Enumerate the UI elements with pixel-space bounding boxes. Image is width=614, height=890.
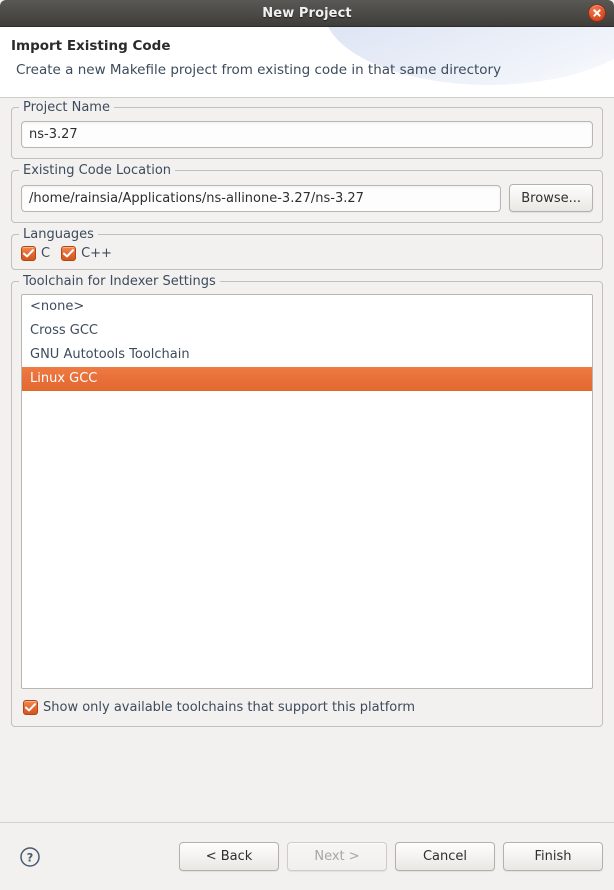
show-only-available-toolchains-checkbox[interactable]: Show only available toolchains that supp… [23,700,415,715]
browse-button[interactable]: Browse... [509,184,593,212]
existing-code-location-input[interactable]: /home/rainsia/Applications/ns-allinone-3… [21,184,502,212]
next-button: Next > [287,842,387,871]
check-icon [23,700,38,715]
check-icon [61,246,77,261]
dialog-body: Project Name ns-3.27 Existing Code Locat… [0,98,614,822]
page-title: Import Existing Code [11,38,171,54]
language-checkbox-cpp[interactable]: C++ [61,246,112,261]
languages-group-label: Languages [19,227,98,242]
list-item-selected[interactable]: Linux GCC [22,367,592,391]
window-titlebar: New Project [0,0,614,27]
toolchain-list[interactable]: <none> Cross GCC GNU Autotools Toolchain… [21,294,593,689]
language-checkbox-c[interactable]: C [21,246,50,261]
toolchain-group: Toolchain for Indexer Settings <none> Cr… [11,274,603,727]
show-only-available-toolchains-label: Show only available toolchains that supp… [43,700,416,715]
languages-group: Languages C C++ [11,227,603,270]
back-button[interactable]: < Back [179,842,279,871]
existing-code-location-group-label: Existing Code Location [19,163,176,178]
existing-code-location-group: Existing Code Location /home/rainsia/App… [11,163,603,223]
dialog-button-bar: ? < Back Next > Cancel Finish [0,822,614,890]
language-label-cpp: C++ [81,246,112,261]
help-icon[interactable]: ? [19,846,41,868]
svg-text:?: ? [27,850,34,864]
new-project-dialog: New Project Import Existing Code Create … [0,0,614,890]
finish-button[interactable]: Finish [503,842,603,871]
close-icon[interactable] [588,4,606,22]
list-item[interactable]: <none> [22,295,592,319]
wizard-navigation-buttons: < Back Next > Cancel Finish [179,842,603,871]
list-item[interactable]: GNU Autotools Toolchain [22,343,592,367]
toolchain-group-label: Toolchain for Indexer Settings [19,274,220,289]
page-subtitle: Create a new Makefile project from exist… [16,62,502,78]
project-name-group-label: Project Name [19,100,114,115]
check-icon [21,246,36,261]
wizard-header: Import Existing Code Create a new Makefi… [0,27,614,98]
language-label-c: C [41,246,51,261]
project-name-input[interactable]: ns-3.27 [21,121,593,148]
cancel-button[interactable]: Cancel [395,842,495,871]
list-item[interactable]: Cross GCC [22,319,592,343]
project-name-group: Project Name ns-3.27 [11,100,603,159]
window-title: New Project [262,5,352,21]
